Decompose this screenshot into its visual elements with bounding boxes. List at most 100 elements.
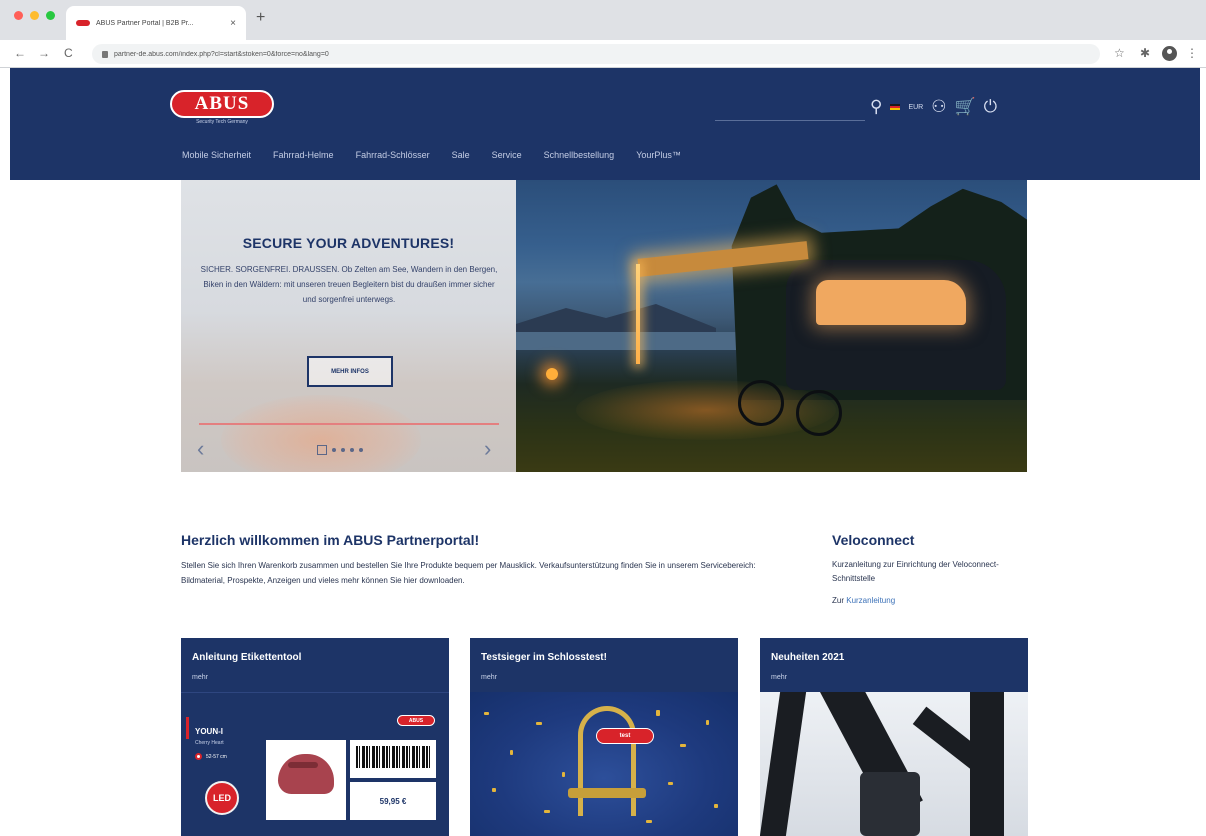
slider-dot[interactable]	[332, 448, 336, 452]
extensions-icon[interactable]: ✱	[1140, 46, 1150, 60]
hero-slider: SECURE YOUR ADVENTURES! SICHER. SORGENFR…	[181, 180, 1027, 472]
slider-dot-active[interactable]	[317, 445, 327, 455]
search-input[interactable]	[715, 120, 865, 121]
hero-text: SICHER. SORGENFREI. DRAUSSEN. Ob Zelten …	[200, 265, 498, 304]
veloconnect-link-prefix: Zur	[832, 596, 844, 605]
slider-next-arrow-icon[interactable]: ›	[484, 438, 491, 460]
card-more-link[interactable]: mehr	[771, 674, 787, 681]
welcome-text: Stellen Sie sich Ihren Warenkorb zusamme…	[181, 561, 756, 585]
campfire-shape	[546, 368, 558, 380]
barcode-icon	[356, 746, 430, 768]
card-testsieger[interactable]: Testsieger im Schlosstest! mehr test	[470, 638, 738, 836]
logo-text: ABUS	[194, 93, 250, 114]
confetti-piece	[484, 712, 489, 715]
hero-camping-image	[516, 180, 1027, 472]
lock-holder-shape	[860, 772, 920, 836]
confetti-piece	[536, 722, 542, 725]
card-more-link[interactable]: mehr	[481, 674, 497, 681]
mehr-infos-button[interactable]: MEHR INFOS	[307, 356, 393, 387]
card-more-link[interactable]: mehr	[192, 674, 208, 681]
product-size: 52-57 cm	[195, 753, 227, 760]
window-zoom-button[interactable]	[46, 11, 55, 20]
product-subtitle: Cherry Heart	[195, 740, 224, 746]
forward-arrow-icon[interactable]: →	[38, 46, 50, 60]
account-icon[interactable]: ⚇	[931, 98, 946, 116]
slider-dot[interactable]	[341, 448, 345, 452]
nav-item-fahrrad-schloesser[interactable]: Fahrrad-Schlösser	[356, 150, 430, 160]
logout-power-icon[interactable]: ⏻	[984, 98, 997, 116]
abus-favicon-icon	[76, 20, 90, 26]
camper-window-shape	[816, 280, 966, 325]
bike-frame-shape	[970, 692, 1004, 836]
confetti-piece	[714, 804, 718, 808]
bike-frame-shape	[760, 692, 807, 836]
veloconnect-text: Kurzanleitung zur Einrichtung der Veloco…	[832, 560, 999, 583]
search-icon[interactable]: ⚲	[870, 98, 882, 116]
browser-tab-bar: ABUS Partner Portal | B2B Pr... × +	[0, 0, 1206, 40]
nav-item-yourplus[interactable]: YourPlus™	[636, 150, 681, 160]
card-etikettentool[interactable]: Anleitung Etikettentool mehr YOUN-I Cher…	[181, 638, 449, 836]
tab-title: ABUS Partner Portal | B2B Pr...	[96, 19, 194, 27]
size-dot-icon	[195, 753, 202, 760]
logo-oval: ABUS	[170, 90, 274, 118]
browser-tab-active[interactable]: ABUS Partner Portal | B2B Pr... ×	[66, 6, 246, 40]
fairy-lights-shape	[636, 264, 640, 364]
slider-dot[interactable]	[359, 448, 363, 452]
bicycle-wheel-shape	[738, 380, 784, 426]
window-close-button[interactable]	[14, 11, 23, 20]
nav-item-mobile-sicherheit[interactable]: Mobile Sicherheit	[182, 150, 251, 160]
confetti-piece	[680, 744, 686, 747]
tab-close-icon[interactable]: ×	[230, 18, 236, 29]
confetti-piece	[646, 820, 652, 823]
address-bar[interactable]: partner-de.abus.com/index.php?cl=start&s…	[92, 44, 1100, 64]
helmet-image	[266, 740, 346, 820]
site-header: ABUS Security Tech Germany ⚲ EUR ⚇ 🛒 ⏻ M…	[10, 68, 1200, 180]
card-title: Anleitung Etikettentool	[192, 652, 302, 663]
veloconnect-section: Veloconnect Kurzanleitung zur Einrichtun…	[832, 532, 1028, 605]
barcode-box	[350, 740, 436, 778]
lock-icon[interactable]	[102, 50, 108, 58]
slider-dot[interactable]	[350, 448, 354, 452]
nav-item-schnellbestellung[interactable]: Schnellbestellung	[544, 150, 615, 160]
product-name: YOUN-I	[195, 727, 223, 736]
new-tab-button[interactable]: +	[256, 10, 265, 26]
kurzanleitung-link[interactable]: Kurzanleitung	[846, 596, 895, 605]
bicycle-wheel-shape	[796, 390, 842, 436]
reload-icon[interactable]: C	[64, 46, 73, 60]
confetti-piece	[510, 750, 513, 755]
abus-logo[interactable]: ABUS Security Tech Germany	[170, 90, 274, 125]
main-nav: Mobile Sicherheit Fahrrad-Helme Fahrrad-…	[182, 150, 681, 160]
profile-avatar-icon[interactable]	[1162, 46, 1177, 61]
confetti-piece	[562, 772, 565, 777]
u-lock-shackle	[578, 706, 636, 816]
confetti-piece	[668, 782, 673, 785]
german-flag-icon[interactable]	[890, 103, 901, 111]
etikettentool-preview-image: YOUN-I Cherry Heart 52-57 cm LED ABUS 59…	[181, 692, 449, 836]
bookmark-star-icon[interactable]: ☆	[1114, 46, 1125, 60]
product-size-text: 52-57 cm	[206, 753, 227, 760]
label-accent-bar	[186, 717, 189, 739]
slider-prev-arrow-icon[interactable]: ‹	[197, 438, 204, 460]
nav-item-fahrrad-helme[interactable]: Fahrrad-Helme	[273, 150, 334, 160]
hero-title: SECURE YOUR ADVENTURES!	[242, 235, 455, 251]
card-neuheiten[interactable]: Neuheiten 2021 mehr	[760, 638, 1028, 836]
nav-item-service[interactable]: Service	[492, 150, 522, 160]
header-actions: ⚲ EUR ⚇ 🛒 ⏻	[870, 98, 997, 116]
currency-selector[interactable]: EUR	[908, 104, 923, 111]
confetti-piece	[706, 720, 709, 725]
cart-icon[interactable]: 🛒	[954, 98, 975, 116]
nav-item-sale[interactable]: Sale	[452, 150, 470, 160]
browser-menu-icon[interactable]: ⋮	[1186, 46, 1198, 60]
testsieger-lock-image: test	[470, 692, 738, 836]
hero-text-panel: SECURE YOUR ADVENTURES! SICHER. SORGENFR…	[181, 180, 516, 472]
lake-shape	[516, 332, 736, 350]
veloconnect-title: Veloconnect	[832, 532, 915, 548]
price-box: 59,95 €	[350, 782, 436, 820]
abus-badge: ABUS	[397, 715, 435, 726]
url-text: partner-de.abus.com/index.php?cl=start&s…	[114, 50, 329, 58]
back-arrow-icon[interactable]: ←	[14, 46, 26, 60]
window-minimize-button[interactable]	[30, 11, 39, 20]
test-badge: test	[596, 728, 654, 744]
confetti-piece	[656, 710, 660, 716]
u-lock-crossbar	[568, 788, 646, 798]
